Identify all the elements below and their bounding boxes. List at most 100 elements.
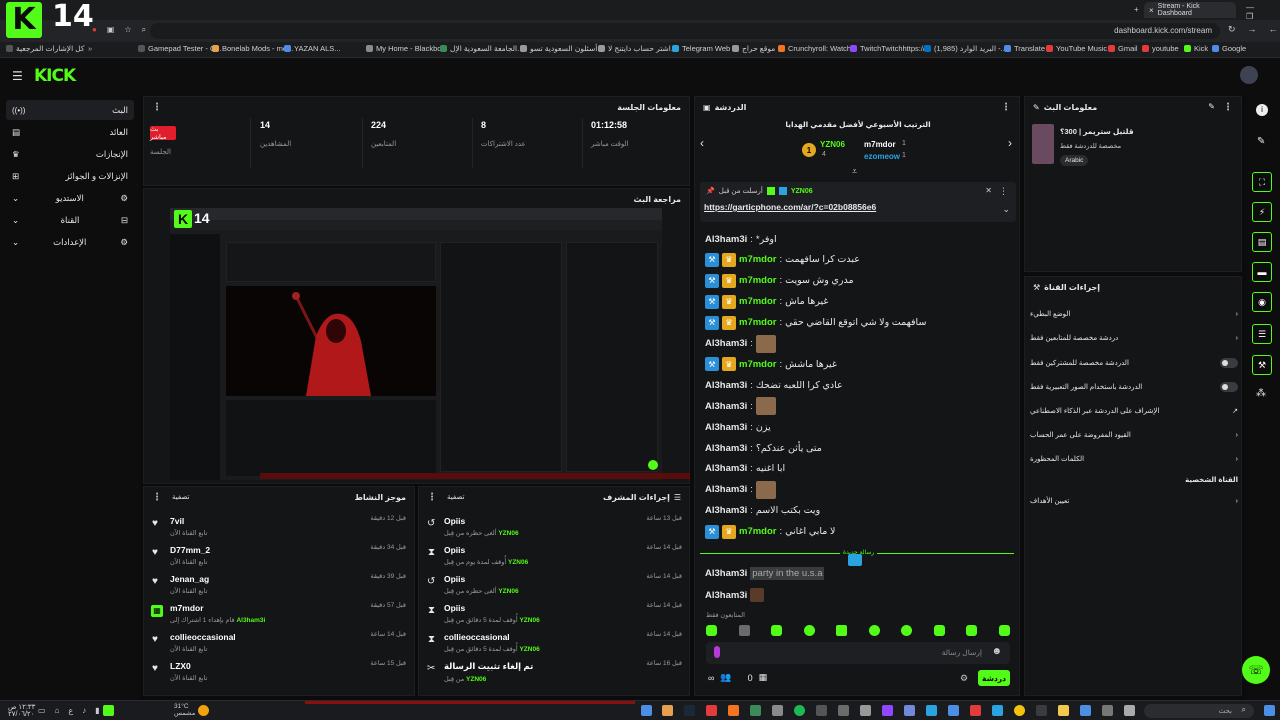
rail-list-button[interactable]: ☰	[1252, 324, 1272, 344]
list-item[interactable]: ♥ collieoccasional تابع القناة الآن قبل 1…	[150, 628, 410, 656]
emote-only-row[interactable]: الدردشة باستخدام الصور التعبيرية فقط	[1030, 379, 1238, 395]
subscribers-only-toggle[interactable]	[1220, 358, 1238, 368]
settings-icon[interactable]: ⚙	[960, 673, 968, 684]
emote-icon[interactable]	[803, 624, 815, 636]
list-item[interactable]: ♥ LZX0 تابع القناة الآن قبل 15 ساعة	[150, 657, 410, 685]
bookmark-item[interactable]: Telegram Web	[682, 44, 730, 53]
emote-icon[interactable]	[901, 624, 913, 636]
bookmark-item[interactable]: Translate	[1014, 44, 1045, 53]
app-icon[interactable]	[816, 705, 827, 716]
chat-input[interactable]: إرسال رسالة ☻	[706, 642, 1010, 664]
taskbar-clock[interactable]: ١٢:٣٣ ص ٢٧/٠٦/٢٠	[8, 704, 35, 718]
app-icon[interactable]	[926, 705, 937, 716]
link-icon[interactable]: ∞	[708, 673, 714, 683]
bookmark-item[interactable]: YouTube Music	[1056, 44, 1107, 53]
calendar-icon[interactable]: ▦	[759, 672, 768, 683]
app-icon[interactable]	[1080, 705, 1091, 716]
activity-filter-button[interactable]: تصفية	[172, 493, 189, 501]
bookmarks-more-icon[interactable]: »	[88, 44, 92, 53]
app-icon[interactable]	[948, 705, 959, 716]
edit-icon[interactable]: ✎	[1208, 102, 1215, 113]
app-icon[interactable]	[772, 705, 783, 716]
list-item[interactable]: ⧗ Opiis أُوقف لمدة 5 دقائق من قِبل YZN06 …	[424, 599, 686, 627]
leaderboard-prev-icon[interactable]: ‹	[700, 136, 704, 150]
chat-username[interactable]: Al3ham3i	[705, 443, 747, 454]
bookmark-item[interactable]: الجامعة السعودية الإل...	[450, 44, 523, 53]
bookmark-item[interactable]: YAZAN ALS...	[294, 44, 341, 53]
app-icon[interactable]	[1102, 705, 1113, 716]
list-item[interactable]: ✂ تم إلغاء تثبيت الرسالة من قِبل YZN06 قب…	[424, 657, 686, 685]
weather-widget[interactable]: 31°C مشمس	[174, 703, 195, 717]
kick-logo[interactable]: KICK	[34, 66, 76, 86]
bookmark-item[interactable]: TwitchTwitchhttps://...	[860, 44, 931, 53]
session-info-menu-icon[interactable]: ⋮	[152, 102, 162, 113]
app-icon[interactable]	[860, 705, 871, 716]
category-thumbnail[interactable]	[1032, 124, 1054, 164]
emote-icon[interactable]	[771, 624, 783, 636]
reload-icon[interactable]: ↻	[1228, 24, 1236, 35]
list-item[interactable]: ⧗ collieoccasional أُوقف لمدة 5 دقائق من …	[424, 628, 686, 656]
chat-username[interactable]: Al3ham3i	[705, 422, 747, 433]
bookmark-item[interactable]: My Home - Blackbo...	[376, 44, 448, 53]
bookmark-item[interactable]: youtube	[1152, 44, 1179, 53]
shapes-icon[interactable]: ⁂	[1256, 388, 1266, 399]
steam-icon[interactable]	[684, 705, 695, 716]
pinned-link[interactable]: https://garticphone.com/ar/?c=02b08856e6	[704, 202, 876, 212]
xbox-icon[interactable]	[750, 705, 761, 716]
collapse-icon[interactable]: ⩡	[852, 166, 857, 177]
app-icon[interactable]	[992, 705, 1003, 716]
pencil-icon[interactable]: ✎	[1257, 136, 1265, 147]
nav-item-achievements[interactable]: ♛ الإنجازات	[6, 144, 134, 164]
app-icon[interactable]	[728, 705, 739, 716]
mic-icon[interactable]	[714, 646, 720, 658]
chat-username[interactable]: Al3ham3i	[705, 505, 747, 516]
stream-category[interactable]: مخصصة للدردشة فقط	[1060, 142, 1121, 150]
leader-2[interactable]: m7mdor	[864, 140, 896, 149]
stream-preview-video[interactable]: K 14	[170, 208, 662, 480]
emote-icon[interactable]	[836, 624, 848, 636]
subscribers-only-row[interactable]: الدردشة مخصصة للمشتركين فقط	[1030, 355, 1238, 371]
nav-item-revenue[interactable]: ▤ العائد	[6, 122, 134, 142]
search-icon[interactable]: ⌕	[142, 25, 146, 35]
banned-words-row[interactable]: الكلمات المحظورة ›	[1030, 451, 1238, 467]
emote-only-toggle[interactable]	[1220, 382, 1238, 392]
taskbar-search[interactable]: بحث ⌕	[1144, 704, 1254, 718]
stream-info-menu-icon[interactable]: ⋮	[1223, 102, 1233, 113]
app-icon[interactable]	[838, 705, 849, 716]
chat-menu-icon[interactable]: ⋮	[1001, 102, 1011, 113]
chat-username[interactable]: Al3ham3i	[705, 401, 747, 412]
spotify-icon[interactable]	[794, 705, 805, 716]
nav-item-settings[interactable]: ⌄ الإعدادات ⚙	[6, 232, 134, 252]
list-item[interactable]: ▦ m7mdor قام بإهداء 1 اشتراك إلى Al3ham3i…	[150, 599, 410, 627]
bookmark-item[interactable]: Google	[1222, 44, 1246, 53]
emote-icon[interactable]	[738, 624, 750, 636]
discord-icon[interactable]	[904, 705, 915, 716]
emoji-icon[interactable]: ☻	[991, 646, 1002, 657]
bookmark-item[interactable]: البريد الوارد (1,985) -...	[934, 44, 1007, 53]
chat-username[interactable]: m7mdor	[739, 296, 776, 307]
ai-moderation-row[interactable]: الإشراف على الدردشة عبر الذكاء الاصطناعي…	[1030, 403, 1238, 419]
bookmark-all[interactable]: كل الإشارات المرجعية	[16, 44, 85, 53]
chat-username[interactable]: m7mdor	[739, 526, 776, 537]
emote-icon[interactable]	[868, 624, 880, 636]
language-icon[interactable]: ع	[68, 706, 73, 715]
windows-start-icon[interactable]	[1264, 705, 1275, 716]
bookmark-item[interactable]: Gamepad Tester - C...	[148, 44, 222, 53]
help-chat-button[interactable]: ☏	[1242, 656, 1270, 684]
unpin-icon[interactable]: ✕	[985, 186, 992, 195]
new-tab-icon[interactable]: +	[1134, 5, 1139, 14]
nav-item-stream[interactable]: ((•)) البث	[6, 100, 134, 120]
back-icon[interactable]: ←	[1269, 24, 1278, 35]
volume-icon[interactable]: ♪	[82, 706, 86, 715]
followers-only-row[interactable]: دردشة مخصصة للمتابعين فقط ›	[1030, 330, 1238, 346]
task-view-icon[interactable]	[1124, 705, 1135, 716]
account-age-row[interactable]: القيود المفروضة على عمر الحساب ›	[1030, 427, 1238, 443]
list-item[interactable]: ♥ D77mm_2 تابع القناة الآن قبل 34 دقيقة	[150, 541, 410, 569]
notification-icon[interactable]: ▭	[38, 706, 46, 715]
rail-tools-button[interactable]: ⚒	[1252, 355, 1272, 375]
chat-username[interactable]: m7mdor	[739, 254, 776, 265]
nav-item-drops[interactable]: ⊞ الإنزالات و الجوائز	[6, 166, 134, 186]
bookmark-item[interactable]: موقع حراج	[742, 44, 775, 53]
list-item[interactable]: ↺ Opiis ألغى حظره من قِبل YZN06 قبل 14 سا…	[424, 570, 686, 598]
rail-chat-button[interactable]: ▬	[1252, 262, 1272, 282]
